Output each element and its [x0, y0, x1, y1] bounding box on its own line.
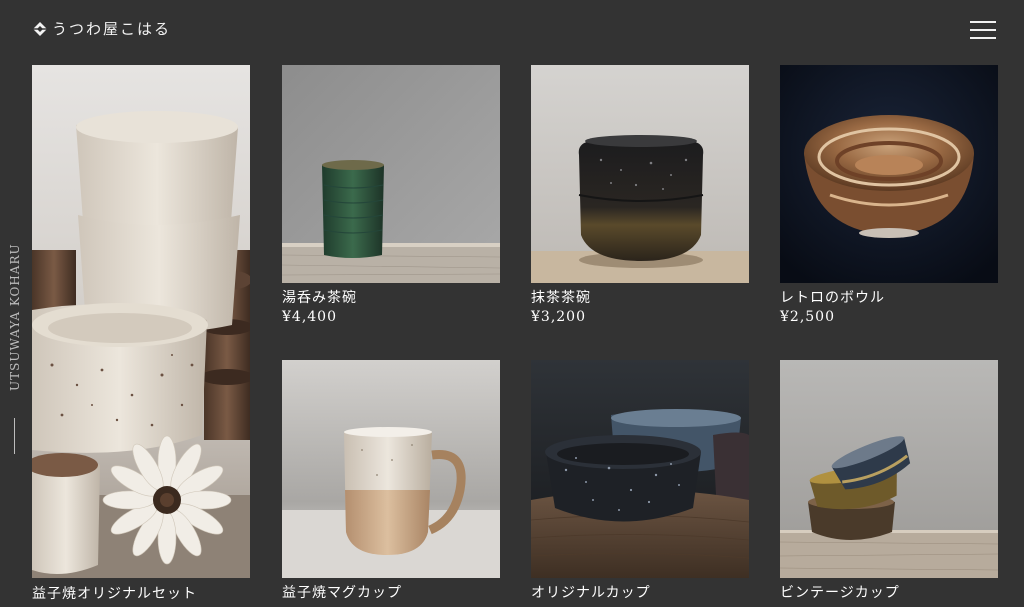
page: うつわ屋こはる UTSUWAYA KOHARU 益子焼オリジナルセット 湯呑み茶…	[0, 0, 1024, 607]
product-image-mashiko-mug	[282, 360, 500, 578]
product-name[interactable]: 益子焼マグカップ	[282, 582, 402, 602]
product-price: ¥3,200	[531, 309, 586, 325]
vertical-divider-line	[14, 418, 15, 454]
product-card-retro-bowl[interactable]: レトロのボウル ¥2,500	[780, 65, 998, 335]
product-card-vintage-cup[interactable]: ビンテージカップ	[780, 360, 998, 607]
product-card-original-cup[interactable]: オリジナルカップ	[531, 360, 749, 607]
product-card-mashiko-set[interactable]: 益子焼オリジナルセット	[32, 65, 250, 607]
diamond-logo-icon	[32, 21, 48, 37]
product-price: ¥2,500	[780, 309, 835, 325]
product-name[interactable]: 益子焼オリジナルセット	[32, 583, 197, 603]
product-name[interactable]: レトロのボウル	[780, 287, 885, 307]
product-card-mashiko-mug[interactable]: 益子焼マグカップ	[282, 360, 500, 607]
product-name[interactable]: 抹茶茶碗	[531, 287, 591, 307]
brand-name: うつわ屋こはる	[52, 20, 172, 38]
product-image-matcha-bowl	[531, 65, 749, 283]
product-image-yunomi	[282, 65, 500, 283]
product-name[interactable]: オリジナルカップ	[531, 582, 651, 602]
product-image-retro-bowl	[780, 65, 998, 283]
product-card-matcha-bowl[interactable]: 抹茶茶碗 ¥3,200	[531, 65, 749, 335]
vertical-brand-text: UTSUWAYA KOHARU	[8, 243, 22, 392]
product-card-yunomi[interactable]: 湯呑み茶碗 ¥4,400	[282, 65, 500, 335]
product-image-mashiko-set	[32, 65, 250, 578]
product-name[interactable]: ビンテージカップ	[780, 582, 900, 602]
brand-logo-link[interactable]: うつわ屋こはる	[32, 18, 171, 39]
hamburger-menu-icon[interactable]	[968, 18, 1000, 44]
product-price: ¥4,400	[282, 309, 337, 325]
product-name[interactable]: 湯呑み茶碗	[282, 287, 357, 307]
product-image-original-cup	[531, 360, 749, 578]
product-image-vintage-cup	[780, 360, 998, 578]
